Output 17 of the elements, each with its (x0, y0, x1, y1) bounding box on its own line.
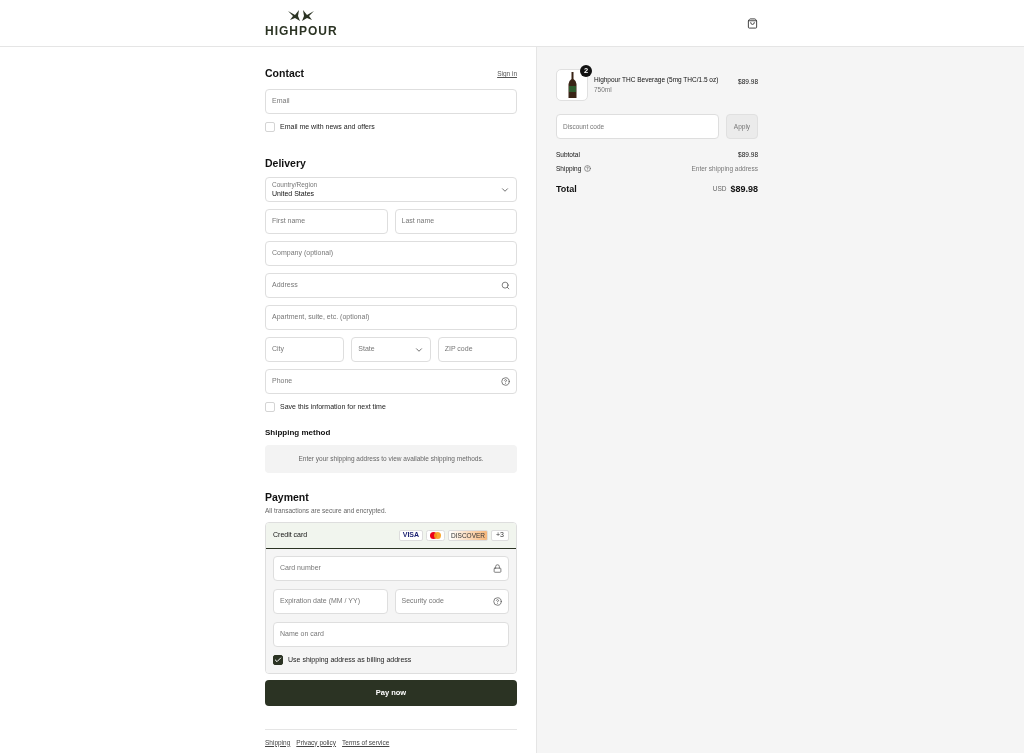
help-icon (493, 597, 502, 606)
shopping-bag-icon[interactable] (747, 17, 758, 29)
help-icon (501, 377, 510, 386)
checkbox[interactable] (273, 655, 283, 666)
total-value: $89.98 (730, 182, 758, 196)
section-title: Shipping method (265, 426, 332, 439)
section-title: Payment (265, 489, 310, 505)
circles-card-icon (426, 530, 446, 541)
section-title: Contact (265, 66, 305, 81)
search-icon (501, 281, 510, 290)
brand-name: HIGHPOUR (265, 25, 338, 37)
section-title: Delivery (265, 156, 307, 172)
birds-logo-icon (287, 9, 316, 23)
bottle-icon (567, 72, 577, 98)
help-icon[interactable] (584, 165, 592, 173)
lock-icon (493, 564, 502, 573)
total-label: Total (556, 182, 577, 196)
